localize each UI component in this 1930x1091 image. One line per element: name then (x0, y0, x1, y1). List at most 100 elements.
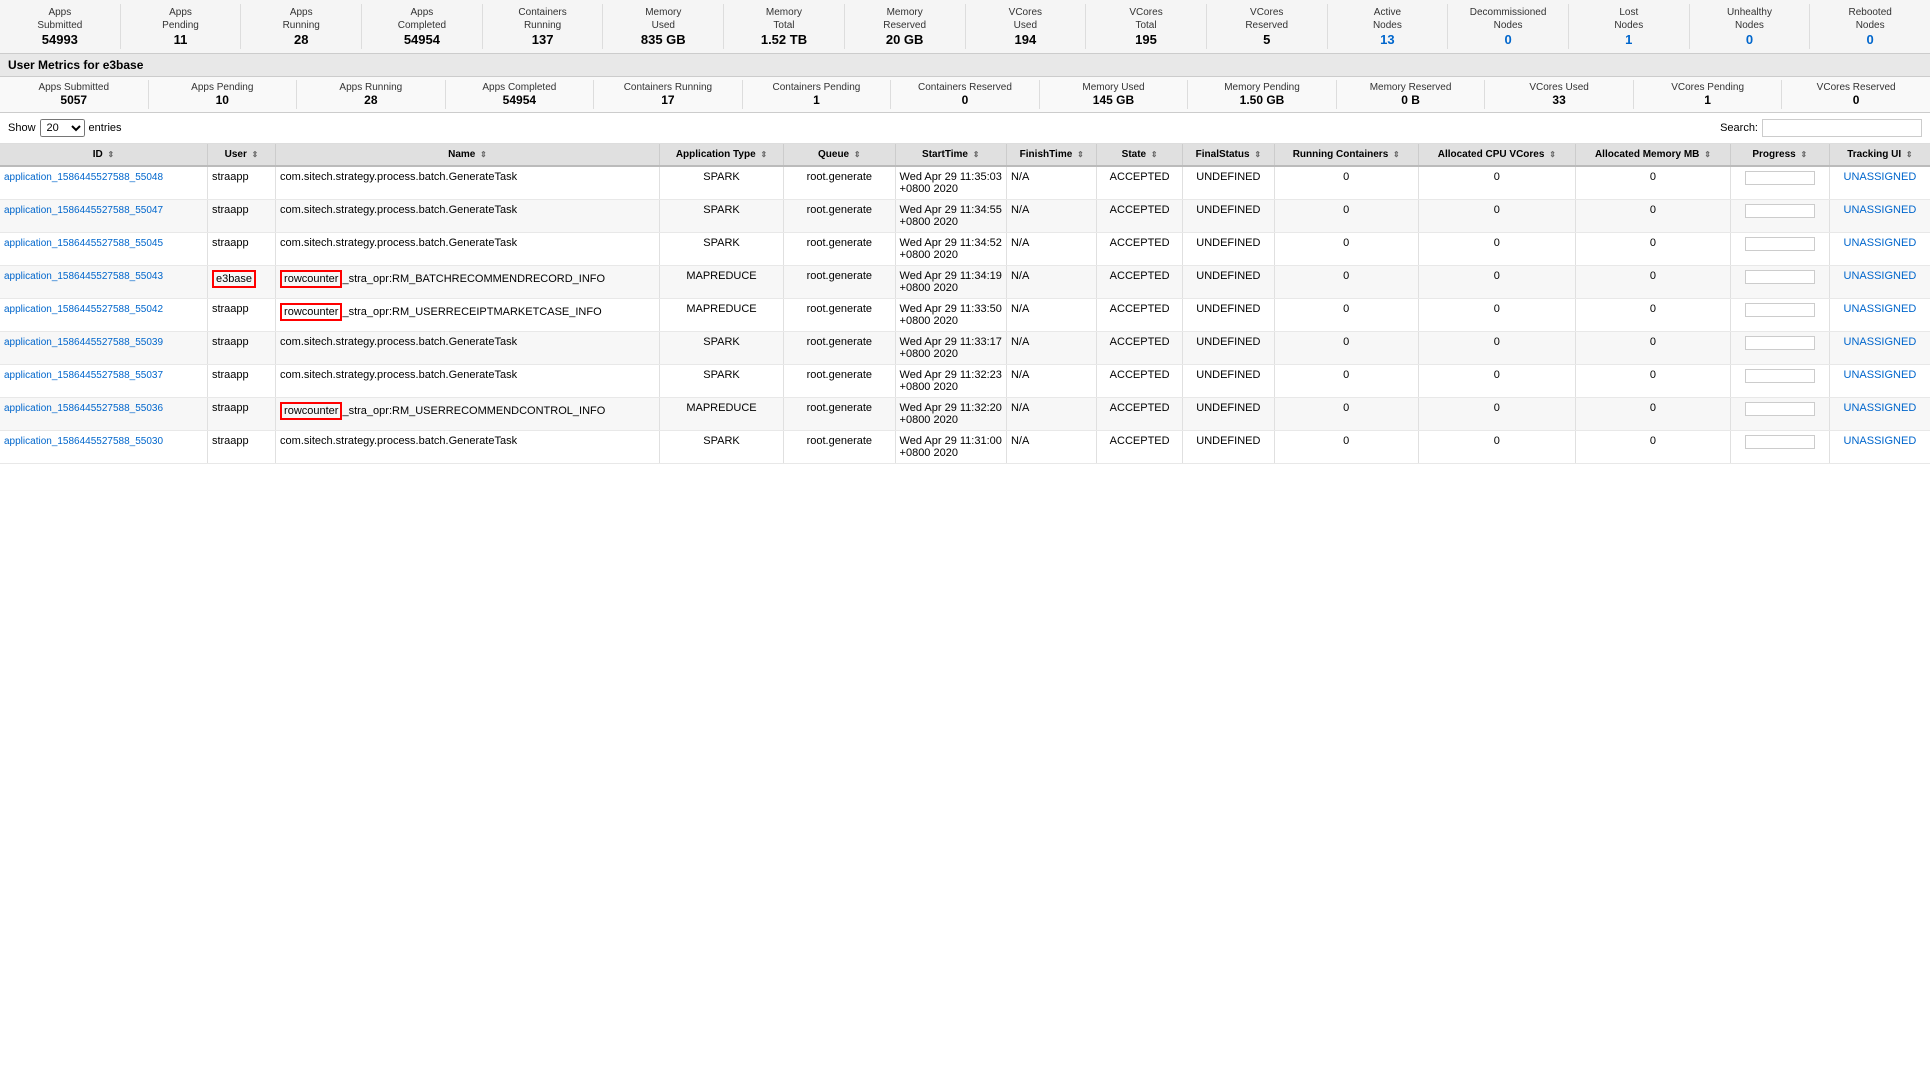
allocated-cpu-cell: 0 (1418, 266, 1575, 299)
finish-time-cell: N/A (1006, 431, 1097, 464)
metric-value: 20 GB (849, 32, 961, 47)
metric-value[interactable]: 0 (1694, 32, 1806, 47)
metric-value: 835 GB (607, 32, 719, 47)
finish-time-cell: N/A (1006, 398, 1097, 431)
column-header-tracking-ui[interactable]: Tracking UI ⇕ (1829, 144, 1930, 166)
user-metric-label: Apps Submitted (4, 82, 144, 93)
app-id-link[interactable]: application_1586445527588_55036 (4, 403, 163, 414)
metric-value: 11 (125, 32, 237, 47)
metric-link[interactable]: 13 (1380, 32, 1394, 47)
sort-icon: ⇕ (252, 150, 259, 159)
app-id-link[interactable]: application_1586445527588_55042 (4, 304, 163, 315)
tracking-ui-link[interactable]: UNASSIGNED (1844, 270, 1917, 282)
tracking-ui-link[interactable]: UNASSIGNED (1844, 435, 1917, 447)
column-header-queue[interactable]: Queue ⇕ (784, 144, 895, 166)
app-type-cell: SPARK (659, 332, 783, 365)
tracking-ui-link[interactable]: UNASSIGNED (1844, 237, 1917, 249)
app-id-link[interactable]: application_1586445527588_55039 (4, 337, 163, 348)
column-header-allocated-memory-mb[interactable]: Allocated Memory MB ⇕ (1576, 144, 1731, 166)
app-id-cell: application_1586445527588_55043 (0, 266, 207, 299)
state-cell: ACCEPTED (1097, 166, 1182, 200)
search-input[interactable] (1762, 119, 1922, 137)
table-row: application_1586445527588_55030straappco… (0, 431, 1930, 464)
start-time-cell: Wed Apr 29 11:34:55 +0800 2020 (895, 200, 1006, 233)
metric-value[interactable]: 13 (1332, 32, 1444, 47)
metric-link[interactable]: 0 (1867, 32, 1874, 47)
sort-icon: ⇕ (1801, 150, 1808, 159)
state-cell: ACCEPTED (1097, 200, 1182, 233)
user-metric-label: Memory Used (1044, 82, 1184, 93)
user-metrics-header: User Metrics for e3base (0, 54, 1930, 77)
metric-col: AppsSubmitted54993 (0, 4, 121, 49)
metric-value: 137 (487, 32, 599, 47)
metric-value[interactable]: 1 (1573, 32, 1685, 47)
start-time-cell: Wed Apr 29 11:32:20 +0800 2020 (895, 398, 1006, 431)
tracking-ui-link[interactable]: UNASSIGNED (1844, 204, 1917, 216)
metric-value: 195 (1090, 32, 1202, 47)
user-cell: straapp (207, 365, 275, 398)
app-id-link[interactable]: application_1586445527588_55047 (4, 205, 163, 216)
finish-time-cell: N/A (1006, 200, 1097, 233)
tracking-ui-link[interactable]: UNASSIGNED (1844, 336, 1917, 348)
allocated-memory-cell: 0 (1576, 398, 1731, 431)
progress-cell (1730, 431, 1829, 464)
column-header-running-containers[interactable]: Running Containers ⇕ (1274, 144, 1418, 166)
main-table-container: ID ⇕User ⇕Name ⇕Application Type ⇕Queue … (0, 144, 1930, 464)
metric-link[interactable]: 0 (1504, 32, 1511, 47)
tracking-ui-cell: UNASSIGNED (1829, 398, 1930, 431)
progress-bar (1745, 303, 1815, 317)
column-header-application-type[interactable]: Application Type ⇕ (659, 144, 783, 166)
top-metrics-bar: AppsSubmitted54993AppsPending11AppsRunni… (0, 0, 1930, 54)
state-cell: ACCEPTED (1097, 299, 1182, 332)
highlighted-name: rowcounter (280, 270, 342, 288)
name-cell: com.sitech.strategy.process.batch.Genera… (276, 365, 660, 398)
user-metric-label: Apps Completed (450, 82, 590, 93)
column-header-user[interactable]: User ⇕ (207, 144, 275, 166)
column-header-starttime[interactable]: StartTime ⇕ (895, 144, 1006, 166)
metric-link[interactable]: 0 (1746, 32, 1753, 47)
app-id-link[interactable]: application_1586445527588_55043 (4, 271, 163, 282)
user-metric-col: VCores Pending1 (1634, 80, 1783, 109)
column-header-finishtime[interactable]: FinishTime ⇕ (1006, 144, 1097, 166)
column-header-allocated-cpu-vcores[interactable]: Allocated CPU VCores ⇕ (1418, 144, 1575, 166)
progress-bar (1745, 336, 1815, 350)
column-header-state[interactable]: State ⇕ (1097, 144, 1182, 166)
sort-icon: ⇕ (108, 150, 115, 159)
app-id-link[interactable]: application_1586445527588_55030 (4, 436, 163, 447)
app-id-link[interactable]: application_1586445527588_55037 (4, 370, 163, 381)
tracking-ui-link[interactable]: UNASSIGNED (1844, 369, 1917, 381)
final-status-cell: UNDEFINED (1182, 266, 1274, 299)
app-id-link[interactable]: application_1586445527588_55048 (4, 172, 163, 183)
progress-bar (1745, 435, 1815, 449)
metric-link[interactable]: 1 (1625, 32, 1632, 47)
column-header-finalstatus[interactable]: FinalStatus ⇕ (1182, 144, 1274, 166)
sort-icon: ⇕ (760, 150, 767, 159)
column-header-name[interactable]: Name ⇕ (276, 144, 660, 166)
user-cell: e3base (207, 266, 275, 299)
metric-label: MemoryTotal (728, 6, 840, 32)
tracking-ui-link[interactable]: UNASSIGNED (1844, 303, 1917, 315)
table-row: application_1586445527588_55043 e3base row… (0, 266, 1930, 299)
metric-value[interactable]: 0 (1814, 32, 1926, 47)
app-type-cell: MAPREDUCE (659, 266, 783, 299)
entries-select[interactable]: 102050100 (40, 119, 85, 137)
app-id-link[interactable]: application_1586445527588_55045 (4, 238, 163, 249)
metric-col: VCoresReserved5 (1207, 4, 1328, 49)
running-containers-cell: 0 (1274, 233, 1418, 266)
user-cell: straapp (207, 332, 275, 365)
app-type-cell: MAPREDUCE (659, 299, 783, 332)
metric-value: 54993 (4, 32, 116, 47)
app-id-cell: application_1586445527588_55037 (0, 365, 207, 398)
tracking-ui-link[interactable]: UNASSIGNED (1844, 171, 1917, 183)
metric-label: LostNodes (1573, 6, 1685, 32)
column-header-id[interactable]: ID ⇕ (0, 144, 207, 166)
user-metric-value: 1.50 GB (1192, 93, 1332, 107)
user-metric-value: 5057 (4, 93, 144, 107)
tracking-ui-link[interactable]: UNASSIGNED (1844, 402, 1917, 414)
metric-label: MemoryReserved (849, 6, 961, 32)
app-id-cell: application_1586445527588_55048 (0, 166, 207, 200)
user-cell: straapp (207, 233, 275, 266)
column-header-progress[interactable]: Progress ⇕ (1730, 144, 1829, 166)
finish-time-cell: N/A (1006, 266, 1097, 299)
metric-value[interactable]: 0 (1452, 32, 1564, 47)
